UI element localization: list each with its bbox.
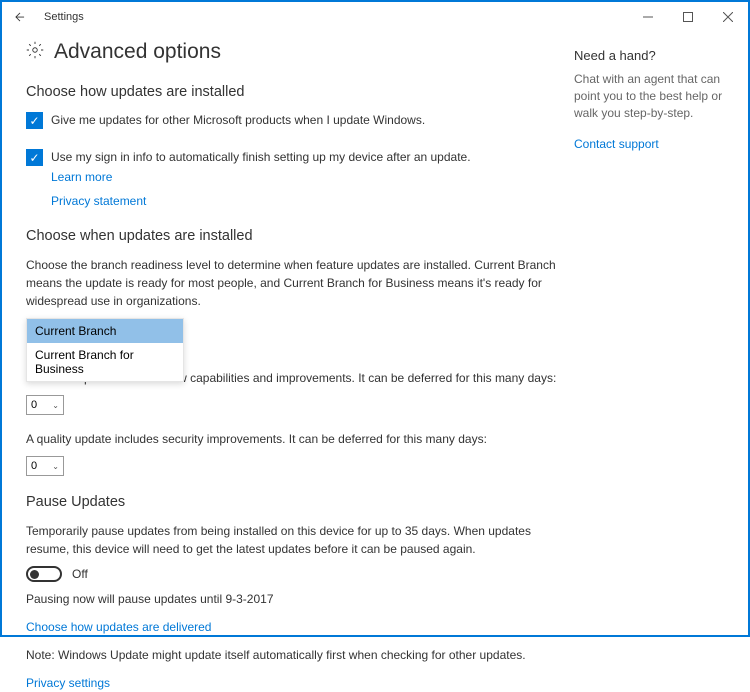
toggle-state-label: Off xyxy=(72,567,88,581)
close-button[interactable] xyxy=(708,3,748,31)
checkbox-microsoft-products[interactable]: ✓ xyxy=(26,112,43,129)
delivery-link[interactable]: Choose how updates are delivered xyxy=(26,620,211,634)
pause-description: Temporarily pause updates from being ins… xyxy=(26,522,564,558)
branch-option-business[interactable]: Current Branch for Business xyxy=(27,343,183,381)
section-how-installed: Choose how updates are installed ✓ Give … xyxy=(26,84,564,210)
branch-description: Choose the branch readiness level to det… xyxy=(26,256,564,310)
privacy-settings-link[interactable]: Privacy settings xyxy=(26,676,110,690)
window-title: Settings xyxy=(44,11,84,23)
section-title: Pause Updates xyxy=(26,494,564,510)
quality-defer-description: A quality update includes security impro… xyxy=(26,430,564,448)
quality-defer-select[interactable]: 0 ⌄ xyxy=(26,456,64,476)
title-bar: Settings xyxy=(2,2,748,32)
feature-defer-select[interactable]: 0 ⌄ xyxy=(26,395,64,415)
chevron-down-icon: ⌄ xyxy=(52,401,59,410)
pause-toggle[interactable] xyxy=(26,566,62,582)
page-title: Advanced options xyxy=(54,40,221,64)
check-icon: ✓ xyxy=(29,151,39,165)
main-content: Advanced options Choose how updates are … xyxy=(26,40,564,692)
select-value: 0 xyxy=(31,460,52,472)
branch-dropdown-menu: Current Branch Current Branch for Busine… xyxy=(26,318,184,382)
branch-option-current[interactable]: Current Branch xyxy=(27,319,183,343)
help-title: Need a hand? xyxy=(574,48,724,63)
learn-more-link[interactable]: Learn more xyxy=(51,170,112,184)
section-title: Choose when updates are installed xyxy=(26,228,564,244)
select-value: 0 xyxy=(31,399,52,411)
help-sidebar: Need a hand? Chat with an agent that can… xyxy=(564,40,724,692)
checkbox-label: Give me updates for other Microsoft prod… xyxy=(51,112,425,129)
section-when-installed: Choose when updates are installed Choose… xyxy=(26,228,564,476)
footer-note: Note: Windows Update might update itself… xyxy=(26,648,564,662)
minimize-button[interactable] xyxy=(628,3,668,31)
check-icon: ✓ xyxy=(29,114,39,128)
checkbox-signin-info[interactable]: ✓ xyxy=(26,149,43,166)
section-pause-updates: Pause Updates Temporarily pause updates … xyxy=(26,494,564,606)
maximize-button[interactable] xyxy=(668,3,708,31)
pause-date-note: Pausing now will pause updates until 9-3… xyxy=(26,592,564,606)
section-title: Choose how updates are installed xyxy=(26,84,564,100)
contact-support-link[interactable]: Contact support xyxy=(574,137,659,151)
toggle-thumb xyxy=(30,570,39,579)
privacy-statement-link[interactable]: Privacy statement xyxy=(51,194,146,208)
window-controls xyxy=(628,3,748,31)
chevron-down-icon: ⌄ xyxy=(52,462,59,471)
help-text: Chat with an agent that can point you to… xyxy=(574,71,724,121)
checkbox-label: Use my sign in info to automatically fin… xyxy=(51,149,471,166)
back-button[interactable] xyxy=(10,7,30,27)
gear-icon xyxy=(26,41,44,64)
